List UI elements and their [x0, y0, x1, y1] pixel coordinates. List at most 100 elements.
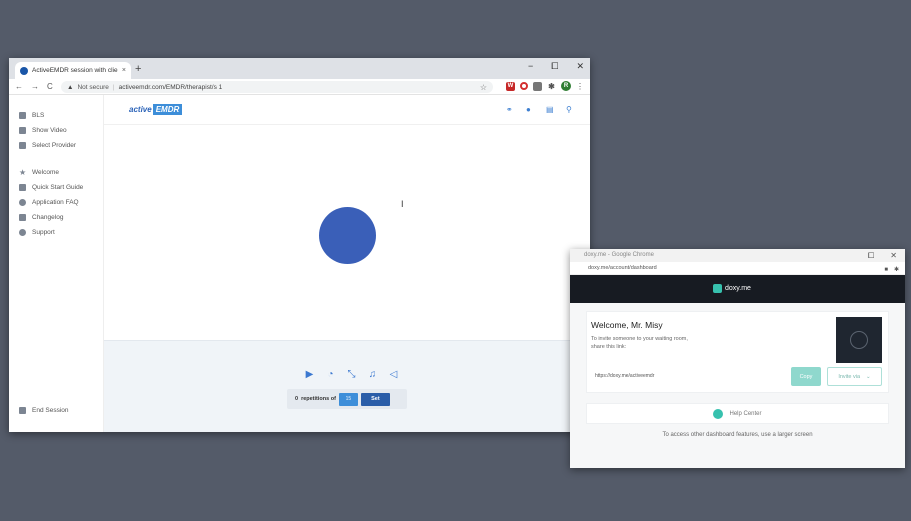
sidebar-item-support[interactable]: Support [9, 225, 103, 240]
repetitions-control: 0 repetitions of 15 Set [287, 389, 407, 409]
doxy-logo[interactable]: doxy.me [713, 284, 751, 293]
sidebar-item-changelog[interactable]: Changelog [9, 210, 103, 225]
sidebar-group-tools: BLS Show Video Select Provider [9, 108, 103, 153]
reload-icon[interactable]: C [47, 82, 53, 91]
sidebar-item-label: BLS [32, 112, 45, 119]
larger-screen-notice: To access other dashboard features, use … [662, 432, 813, 438]
extension-o-icon[interactable] [520, 82, 528, 90]
tab-close-icon[interactable]: × [122, 67, 126, 74]
speed-gauge-icon[interactable]: ◔ [325, 369, 336, 380]
star-icon: ★ [19, 168, 27, 177]
browser-tab-active[interactable]: ActiveEMDR session with client × [15, 62, 131, 79]
room-url[interactable]: https://doxy.me/activeemdr [595, 373, 654, 379]
extension-w-icon[interactable]: W [506, 81, 515, 91]
sidebar-item-faq[interactable]: Application FAQ [9, 195, 103, 210]
minimize-button[interactable]: − [528, 61, 533, 72]
sidebar-item-welcome[interactable]: ★ Welcome [9, 165, 103, 180]
url-input[interactable]: ▲ Not secure | activeemdr.com/EMDR/thera… [61, 81, 493, 93]
invite-text-line2: share this link: [591, 344, 627, 350]
not-secure-label: Not secure [77, 83, 109, 91]
doxy-window-title: doxy.me - Google Chrome [584, 252, 654, 258]
sidebar-item-select-provider[interactable]: Select Provider [9, 138, 103, 153]
repetitions-input[interactable]: 15 [338, 392, 358, 406]
checkbox-icon [19, 142, 26, 149]
sidebar: BLS Show Video Select Provider ★ Welcome… [9, 95, 104, 432]
back-arrow-icon[interactable]: ← [15, 82, 23, 91]
repetitions-count: 0 [295, 396, 299, 402]
play-icon[interactable]: ▶ [304, 369, 315, 380]
profile-avatar[interactable]: R [561, 81, 571, 91]
help-center-link[interactable]: Help Center [586, 403, 889, 424]
window-controls: − ⧠ ✕ [528, 61, 584, 72]
welcome-heading: Welcome, Mr. Misy [591, 320, 663, 330]
playback-controls: ▶ ◔ ⤡ ♫ ◁ [304, 369, 399, 380]
volume-icon[interactable]: ◁ [388, 369, 399, 380]
logo-text-emdr: EMDR [152, 104, 183, 115]
doxy-close-button[interactable]: ✕ [890, 249, 897, 262]
doxy-window-controls: ⧠ ✕ [868, 249, 897, 262]
set-button[interactable]: Set [360, 392, 390, 406]
activeemdr-logo[interactable]: active EMDR [129, 104, 183, 115]
extension-area: W ✱ R ⋮ [506, 81, 584, 91]
link-icon[interactable]: ⚭ [506, 106, 514, 114]
logo-text-active: active [129, 105, 152, 114]
bookmark-star-icon[interactable]: ☆ [480, 83, 487, 92]
guide-icon [19, 184, 26, 191]
doxy-logo-mark-icon [713, 284, 722, 293]
sidebar-footer: End Session [9, 403, 103, 418]
sidebar-item-quick-start[interactable]: Quick Start Guide [9, 180, 103, 195]
question-icon [19, 199, 26, 206]
forward-arrow-icon[interactable]: → [31, 82, 39, 91]
extension-cast-icon[interactable] [533, 81, 542, 91]
copy-button[interactable]: Copy [791, 367, 821, 386]
resize-icon[interactable]: ⤡ [346, 369, 357, 380]
info-icon: ▲ [67, 83, 74, 91]
user-icon[interactable]: ● [526, 106, 534, 114]
extensions-puzzle-icon[interactable]: ✱ [547, 82, 556, 91]
sidebar-group-info: ★ Welcome Quick Start Guide Application … [9, 165, 103, 240]
lifebuoy-icon [713, 408, 724, 419]
user-plus-icon[interactable]: ⚲ [566, 106, 574, 114]
maximize-button[interactable]: ⧠ [551, 61, 558, 72]
doxy-maximize-button[interactable]: ⧠ [868, 249, 874, 262]
tab-title: ActiveEMDR session with client [32, 67, 118, 74]
camera-preview [836, 317, 882, 363]
close-window-button[interactable]: ✕ [576, 61, 584, 72]
sidebar-item-show-video[interactable]: Show Video [9, 123, 103, 138]
bls-controls-panel: ▶ ◔ ⤡ ♫ ◁ 0 repetitions of 15 Set [104, 340, 590, 432]
invite-via-button[interactable]: Invite via ⌄ [827, 367, 882, 386]
users-icon [19, 127, 26, 134]
end-session-button[interactable]: End Session [9, 403, 103, 418]
sidebar-item-label: Welcome [32, 169, 59, 176]
tab-strip: ActiveEMDR session with client × + − ⧠ ✕ [9, 58, 590, 79]
doxy-brand-text: doxy.me [725, 285, 751, 292]
mouse-cursor-icon: I [401, 199, 404, 209]
header-icons: ⚭ ● ▤ ⚲ [506, 106, 574, 114]
doxy-address-bar[interactable]: doxy.me/account/dashboard ■ ✱ [570, 262, 905, 275]
browser-window-doxy: doxy.me - Google Chrome ⧠ ✕ doxy.me/acco… [570, 249, 905, 468]
doxy-dashboard: Welcome, Mr. Misy To invite someone to y… [570, 303, 905, 468]
sidebar-item-label: Quick Start Guide [32, 184, 84, 191]
url-separator: | [112, 83, 115, 91]
sidebar-item-label: Application FAQ [32, 199, 79, 206]
sidebar-item-label: Select Provider [32, 142, 77, 149]
support-icon [19, 229, 26, 236]
user-silhouette-icon [850, 331, 868, 349]
welcome-card: Welcome, Mr. Misy To invite someone to y… [586, 311, 889, 393]
app-header: active EMDR ⚭ ● ▤ ⚲ [104, 95, 590, 125]
menu-kebab-icon[interactable]: ⋮ [576, 82, 584, 91]
bls-ball [319, 207, 376, 264]
sidebar-item-label: Show Video [32, 127, 67, 134]
changelog-icon [19, 214, 26, 221]
doxy-navbar: doxy.me [570, 275, 905, 303]
id-card-icon[interactable]: ▤ [546, 106, 554, 114]
help-center-label: Help Center [729, 410, 762, 417]
chevron-down-icon: ⌄ [866, 373, 871, 380]
sidebar-item-bls[interactable]: BLS [9, 108, 103, 123]
end-session-label: End Session [32, 407, 69, 414]
bell-icon[interactable]: ♫ [367, 369, 378, 380]
doxy-url-text: doxy.me/account/dashboard [588, 265, 657, 271]
invite-text-line1: To invite someone to your waiting room, [591, 336, 688, 342]
sidebar-item-label: Support [32, 229, 55, 236]
new-tab-button[interactable]: + [135, 62, 141, 76]
